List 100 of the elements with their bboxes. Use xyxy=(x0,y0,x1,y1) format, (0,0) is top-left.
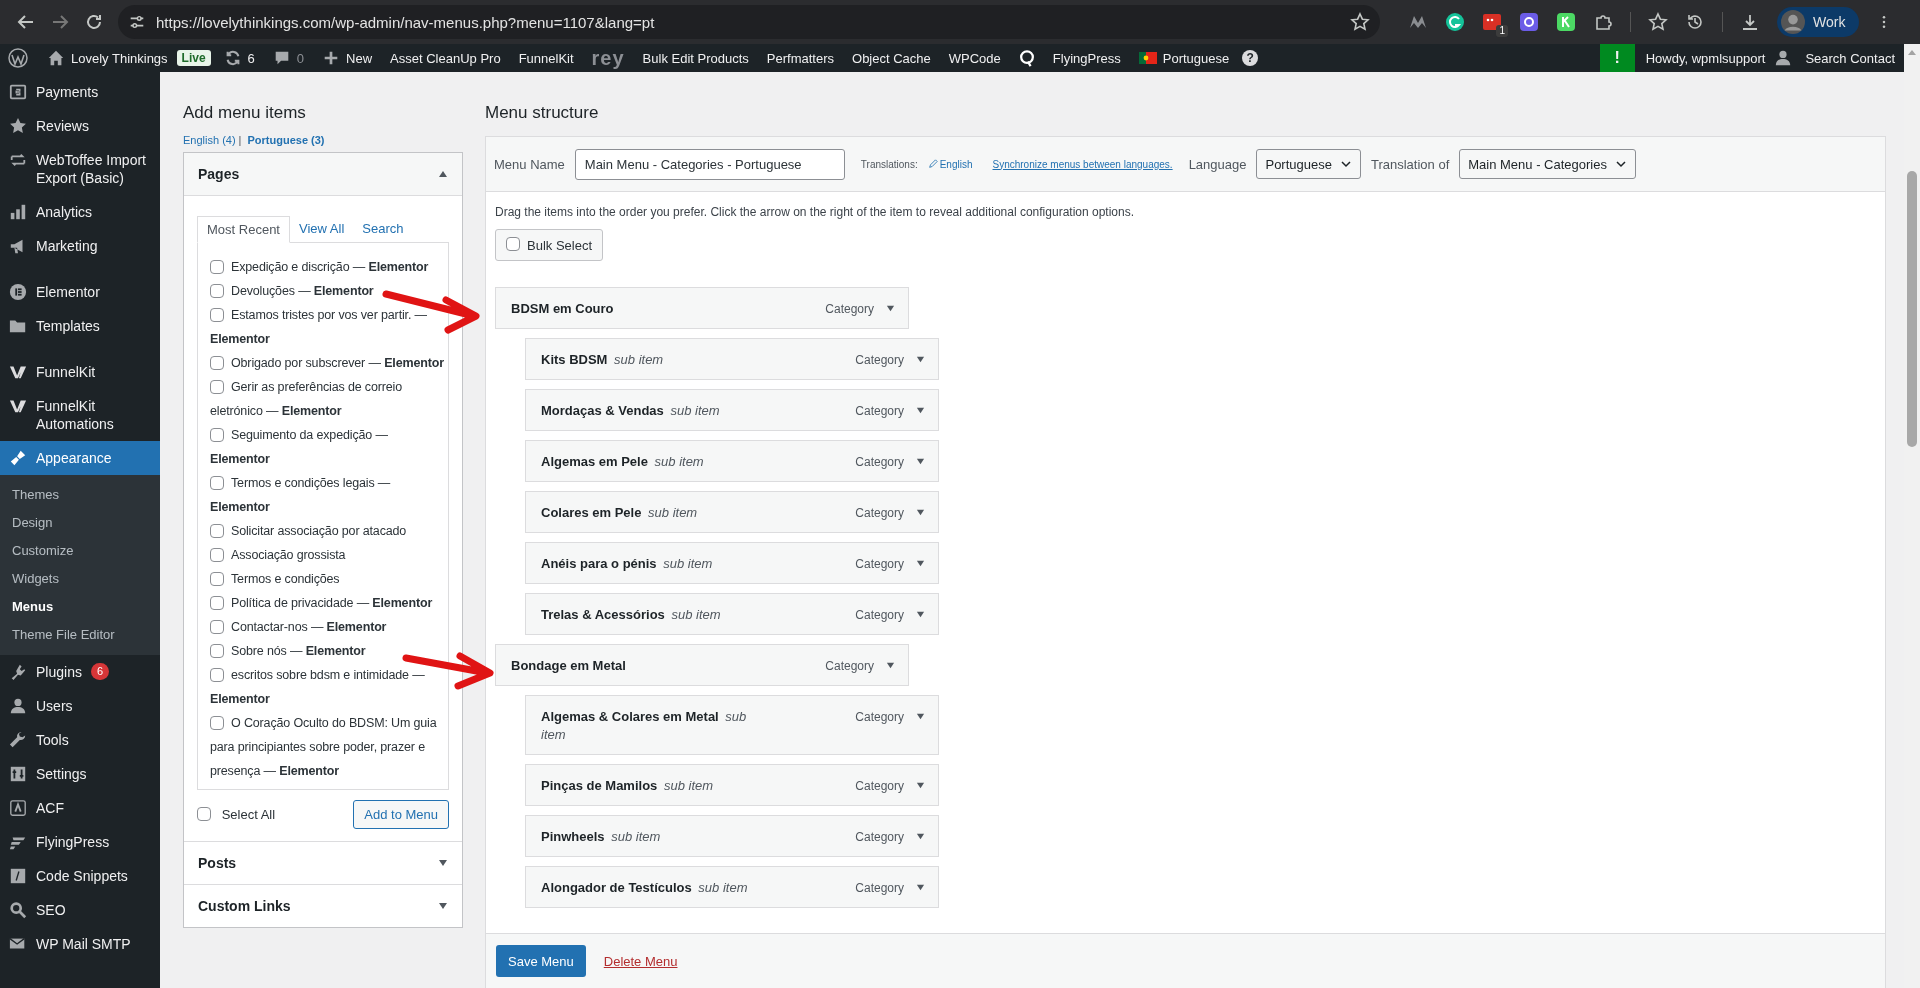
k-logo-icon[interactable] xyxy=(1556,12,1576,32)
tab[interactable]: View All xyxy=(290,216,354,242)
menu-item-bar[interactable]: Colares em Pele sub item Category xyxy=(525,491,939,533)
account-link[interactable]: Howdy, wpmlsupport xyxy=(1636,50,1775,66)
g-logo-icon[interactable] xyxy=(1445,12,1465,32)
menu-item-bar[interactable]: Pinças de Mamilos sub item Category xyxy=(525,764,939,806)
brand-link[interactable]: rey xyxy=(582,46,634,70)
sidebar-item[interactable]: WP Mail SMTP xyxy=(0,927,160,961)
profile-button[interactable]: Work xyxy=(1777,7,1860,37)
caret-icon[interactable] xyxy=(916,508,925,517)
page-option[interactable]: O Coração Oculto do BDSM: Um guia para principiantes sobre poder, prazer e presença — Elementor xyxy=(210,711,444,783)
bulk-select-button[interactable]: Bulk Select xyxy=(495,229,604,261)
sidebar-item[interactable]: FunnelKit Automations xyxy=(0,389,160,441)
admin-bar-link[interactable]: WPCode xyxy=(939,50,1010,66)
language-link[interactable]: English (4) xyxy=(183,134,236,146)
submenu-item[interactable]: Menus xyxy=(0,593,160,621)
sidebar-item[interactable]: Marketing xyxy=(0,229,160,263)
checkbox[interactable] xyxy=(210,283,224,298)
page-option[interactable]: Gerir as preferências de correio eletrónico — Elementor xyxy=(210,375,444,423)
caret-icon[interactable] xyxy=(916,355,925,364)
menu-item-bar[interactable]: Alongador de Testículos sub item Category xyxy=(525,866,939,908)
menu-item-bar[interactable]: Pinwheels sub item Category xyxy=(525,815,939,857)
history-icon[interactable] xyxy=(1685,12,1705,32)
page-option[interactable]: escritos sobre bdsm e intimidade — Elementor xyxy=(210,663,444,711)
site-name-link[interactable]: Lovely Thinkings xyxy=(38,49,177,67)
submenu-item[interactable]: Design xyxy=(0,509,160,537)
checkbox[interactable] xyxy=(210,619,224,634)
sidebar-item[interactable]: ACF xyxy=(0,791,160,825)
page-option[interactable]: Expedição e discrição — Elementor xyxy=(210,255,444,279)
sidebar-item[interactable]: Tools xyxy=(0,723,160,757)
sidebar-item[interactable]: Reviews xyxy=(0,109,160,143)
caret-icon[interactable] xyxy=(886,661,895,670)
caret-icon[interactable] xyxy=(886,304,895,313)
tab[interactable]: Most Recent xyxy=(197,216,290,243)
menu-item-bar[interactable]: Kits BDSM sub item Category xyxy=(525,338,939,380)
sidebar-item[interactable]: FlyingPress xyxy=(0,825,160,859)
sync-link[interactable]: Synchronize menus between languages. xyxy=(992,158,1173,170)
page-option[interactable]: Associação grossista xyxy=(210,543,444,567)
expand-arrow-icon[interactable] xyxy=(438,901,448,911)
scrollbar[interactable] xyxy=(1904,44,1920,988)
page-option[interactable]: Seguimento da expedição — Elementor xyxy=(210,423,444,471)
page-option[interactable]: Solicitar associação por atacado xyxy=(210,519,444,543)
submenu-item[interactable]: Themes xyxy=(0,481,160,509)
admin-bar-link[interactable]: FunnelKit xyxy=(509,50,583,66)
menu-name-field[interactable]: Main Menu - Categories - Portuguese xyxy=(574,148,845,180)
language-link[interactable]: Portuguese (3) xyxy=(247,134,325,146)
admin-bar-link[interactable]: FlyingPress xyxy=(1043,50,1130,66)
sidebar-item[interactable]: FunnelKit xyxy=(0,355,160,389)
page-option[interactable]: Sobre nós — Elementor xyxy=(210,639,444,663)
tab[interactable]: Search xyxy=(353,216,413,242)
comments-link[interactable]: 0 xyxy=(263,49,314,67)
caret-icon[interactable] xyxy=(916,610,925,619)
reload-icon[interactable] xyxy=(84,12,104,32)
sidebar-item[interactable]: Templates xyxy=(0,309,160,343)
page-option[interactable]: Contactar-nos — Elementor xyxy=(210,615,444,639)
checkbox[interactable] xyxy=(210,571,224,586)
collapse-arrow-icon[interactable] xyxy=(438,169,448,179)
submenu-item[interactable]: Widgets xyxy=(0,565,160,593)
translation-of-dropdown[interactable]: Main Menu - Categories xyxy=(1459,149,1636,179)
sidebar-item[interactable]: Elementor xyxy=(0,275,160,309)
sidebar-item[interactable]: Code Snippets xyxy=(0,859,160,893)
translation-link[interactable]: English xyxy=(927,158,973,170)
checkbox[interactable] xyxy=(197,807,211,822)
menu-item-bar[interactable]: Trelas & Acessórios sub item Category xyxy=(525,593,939,635)
accordion-header[interactable]: Pages xyxy=(184,153,462,196)
caret-icon[interactable] xyxy=(916,406,925,415)
language-dropdown[interactable]: Portuguese xyxy=(1256,149,1361,179)
menu-item-bar[interactable]: Anéis para o pénis sub item Category xyxy=(525,542,939,584)
checkbox[interactable] xyxy=(210,475,224,490)
checkbox[interactable] xyxy=(210,307,224,322)
language-switcher[interactable]: Portuguese xyxy=(1129,50,1239,66)
delete-menu-link[interactable]: Delete Menu xyxy=(603,953,678,969)
admin-bar-link[interactable]: Asset CleanUp Pro xyxy=(381,50,510,66)
user-icon[interactable] xyxy=(1774,49,1793,67)
q-logo-icon[interactable] xyxy=(1017,49,1036,67)
caret-icon[interactable] xyxy=(916,712,925,721)
site-settings-icon[interactable] xyxy=(128,13,146,31)
page-option[interactable]: Política de privacidade — Elementor xyxy=(210,591,444,615)
bookmark-star-icon[interactable] xyxy=(1648,12,1668,32)
checkbox[interactable] xyxy=(210,715,224,730)
admin-bar-link[interactable]: Perfmatters xyxy=(757,50,843,66)
admin-bar-link[interactable]: Object Cache xyxy=(843,50,940,66)
submenu-item[interactable]: Theme File Editor xyxy=(0,621,160,649)
new-link[interactable]: New xyxy=(313,49,382,67)
caret-icon[interactable] xyxy=(916,883,925,892)
save-menu-button[interactable]: Save Menu xyxy=(496,945,586,977)
page-option[interactable]: Obrigado por subscrever — Elementor xyxy=(210,351,444,375)
sidebar-item[interactable]: WebToffee Import Export (Basic) xyxy=(0,143,160,195)
wordpress-logo-icon[interactable] xyxy=(8,48,28,68)
checkbox[interactable] xyxy=(210,667,224,682)
checkbox[interactable] xyxy=(210,595,224,610)
sidebar-item[interactable]: Appearance xyxy=(0,441,160,475)
sidebar-item[interactable]: Analytics xyxy=(0,195,160,229)
page-option[interactable]: Estamos tristes por vos ver partir. — Elementor xyxy=(210,303,444,351)
star-icon[interactable] xyxy=(1350,12,1370,32)
page-option[interactable]: Termos e condições legais — Elementor xyxy=(210,471,444,519)
checkbox[interactable] xyxy=(210,427,224,442)
search-contact-link[interactable]: Search Contact xyxy=(1796,50,1904,66)
sidebar-item[interactable]: Users xyxy=(0,689,160,723)
sidebar-item[interactable]: Plugins 6 xyxy=(0,655,160,689)
